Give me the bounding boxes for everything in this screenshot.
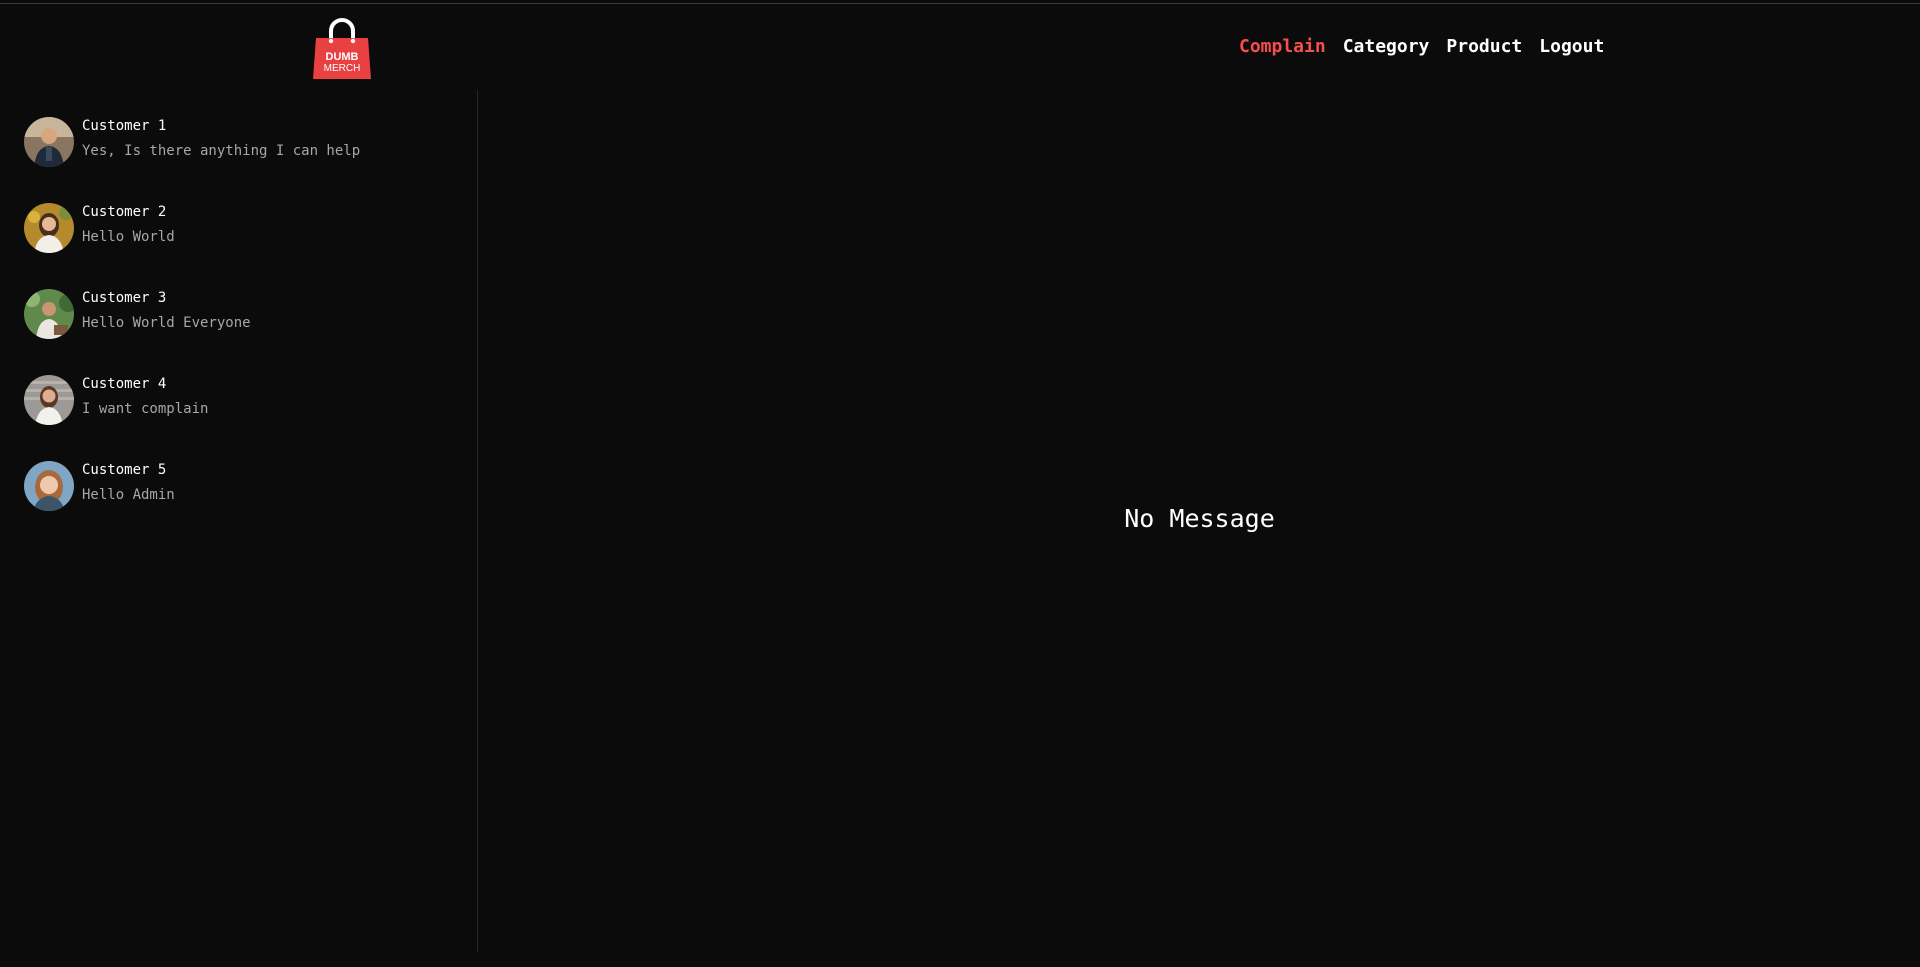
- contact-item-customer-1[interactable]: Customer 1 Yes, Is there anything I can …: [24, 117, 464, 173]
- avatar-customer-4: [24, 375, 74, 425]
- contact-last-message: Hello World: [82, 229, 175, 245]
- contact-last-message: I want complain: [82, 401, 209, 417]
- header: DUMB MERCH Complain Category Product Log…: [0, 4, 1920, 90]
- logo-text-line2: MERCH: [324, 63, 361, 74]
- empty-state-text: No Message: [1124, 504, 1275, 533]
- contact-last-message: Hello Admin: [82, 487, 175, 503]
- shopping-bag-icon: DUMB MERCH: [313, 18, 371, 79]
- contact-name: Customer 2: [82, 204, 167, 220]
- contact-name: Customer 1: [82, 118, 167, 134]
- avatar-customer-1: [24, 117, 74, 167]
- avatar-customer-5: [24, 461, 74, 511]
- contact-last-message: Hello World Everyone: [82, 315, 251, 331]
- contact-name: Customer 5: [82, 462, 167, 478]
- contact-list: Customer 1 Yes, Is there anything I can …: [0, 90, 478, 952]
- dumbmerch-logo[interactable]: DUMB MERCH: [311, 17, 373, 79]
- nav-complain[interactable]: Complain: [1239, 36, 1326, 57]
- avatar-customer-3: [24, 289, 74, 339]
- chat-panel: No Message: [479, 90, 1920, 952]
- contact-item-customer-4[interactable]: Customer 4 I want complain: [24, 375, 464, 431]
- avatar-customer-2: [24, 203, 74, 253]
- contact-name: Customer 4: [82, 376, 167, 392]
- contact-item-customer-3[interactable]: Customer 3 Hello World Everyone: [24, 289, 464, 345]
- nav-logout[interactable]: Logout: [1539, 36, 1604, 57]
- contact-item-customer-2[interactable]: Customer 2 Hello World: [24, 203, 464, 259]
- nav-product[interactable]: Product: [1446, 36, 1522, 57]
- logo-text-line1: DUMB: [326, 51, 359, 63]
- top-nav: Complain Category Product Logout: [1239, 36, 1621, 57]
- nav-category[interactable]: Category: [1343, 36, 1430, 57]
- contact-item-customer-5[interactable]: Customer 5 Hello Admin: [24, 461, 464, 517]
- contact-last-message: Yes, Is there anything I can help: [82, 143, 361, 159]
- contact-name: Customer 3: [82, 290, 167, 306]
